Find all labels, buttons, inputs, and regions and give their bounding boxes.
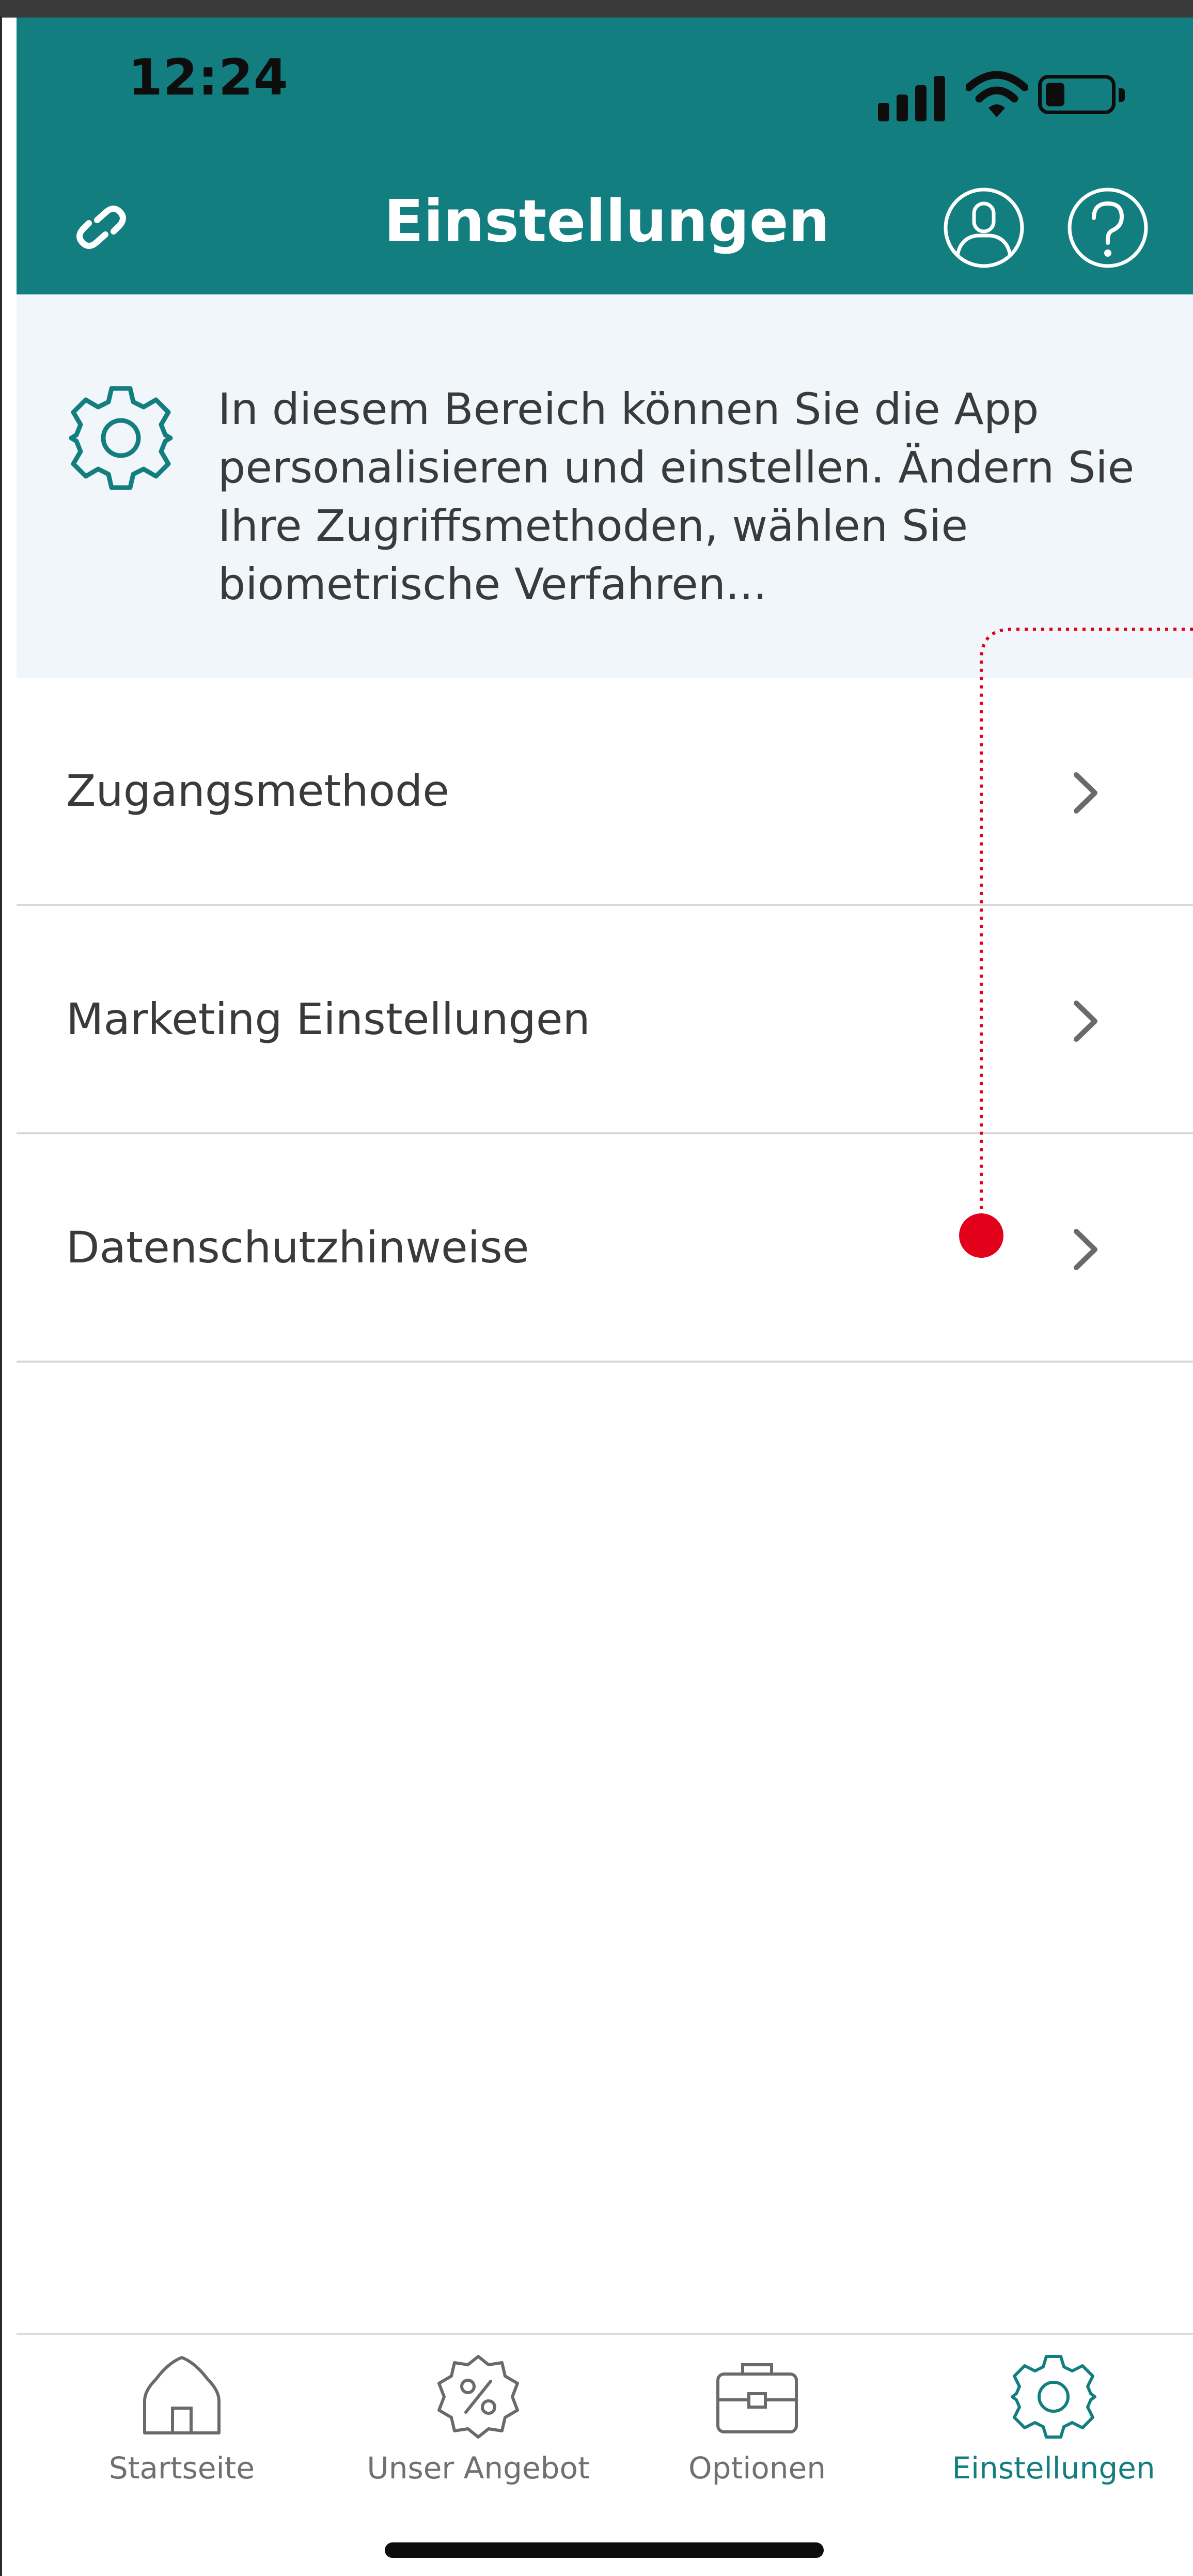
menu-item-label: Zugangsmethode [66,766,449,816]
banner-description: In diesem Bereich können Sie die App per… [218,384,1135,610]
battery-icon [1038,75,1116,114]
menu-item-marketing-einstellungen[interactable]: Marketing Einstellungen [17,906,1193,1134]
status-icons [878,70,1131,121]
phone-screen: 12:24 Einstellungen In diesem Bereich kö… [0,0,1193,2576]
tab-label: Einstellungen [952,2450,1155,2486]
status-time: 12:24 [128,49,289,106]
signal-bar-3 [915,85,927,121]
briefcase-icon [716,2363,798,2433]
info-banner: In diesem Bereich können Sie die App per… [17,294,1193,678]
page-title: Einstellungen [384,188,830,255]
gear-icon [69,386,173,490]
profile-icon[interactable] [940,184,1028,272]
signal-bar-4 [934,76,945,121]
tab-optionen[interactable]: Optionen [613,2350,902,2505]
chevron-right-icon [1074,1001,1097,1042]
chevron-right-icon [1074,772,1097,814]
tab-startseite[interactable]: Startseite [37,2350,326,2505]
signal-bar-2 [897,95,908,121]
help-icon[interactable] [1064,184,1152,272]
percent-badge-icon [437,2355,519,2439]
menu-item-zugangsmethode[interactable]: Zugangsmethode [17,678,1193,906]
tab-label: Unser Angebot [367,2450,590,2486]
battery-level [1046,83,1064,106]
gear-icon [1011,2355,1096,2439]
menu-item-label: Datenschutzhinweise [66,1222,529,1273]
tab-label: Optionen [688,2450,826,2486]
screen-left-edge [0,15,17,2576]
home-icon [143,2356,221,2434]
screen-top-edge [0,0,1193,18]
menu-item-datenschutzhinweise[interactable]: Datenschutzhinweise [17,1134,1193,1363]
wifi-icon [966,71,1028,117]
signal-bar-1 [878,103,889,121]
battery-cap [1119,88,1125,102]
home-indicator[interactable] [385,2542,824,2558]
tab-einstellungen[interactable]: Einstellungen [909,2350,1193,2505]
tab-label: Startseite [108,2450,255,2486]
settings-menu: Zugangsmethode Marketing Einstellungen D… [17,678,1193,1363]
tab-unser-angebot[interactable]: Unser Angebot [334,2350,623,2505]
menu-item-label: Marketing Einstellungen [66,994,590,1044]
link-icon[interactable] [70,201,132,253]
bottom-tab-bar: Startseite Unser Angebot Optionen Einste… [17,2333,1193,2576]
chevron-right-icon [1074,1229,1097,1270]
